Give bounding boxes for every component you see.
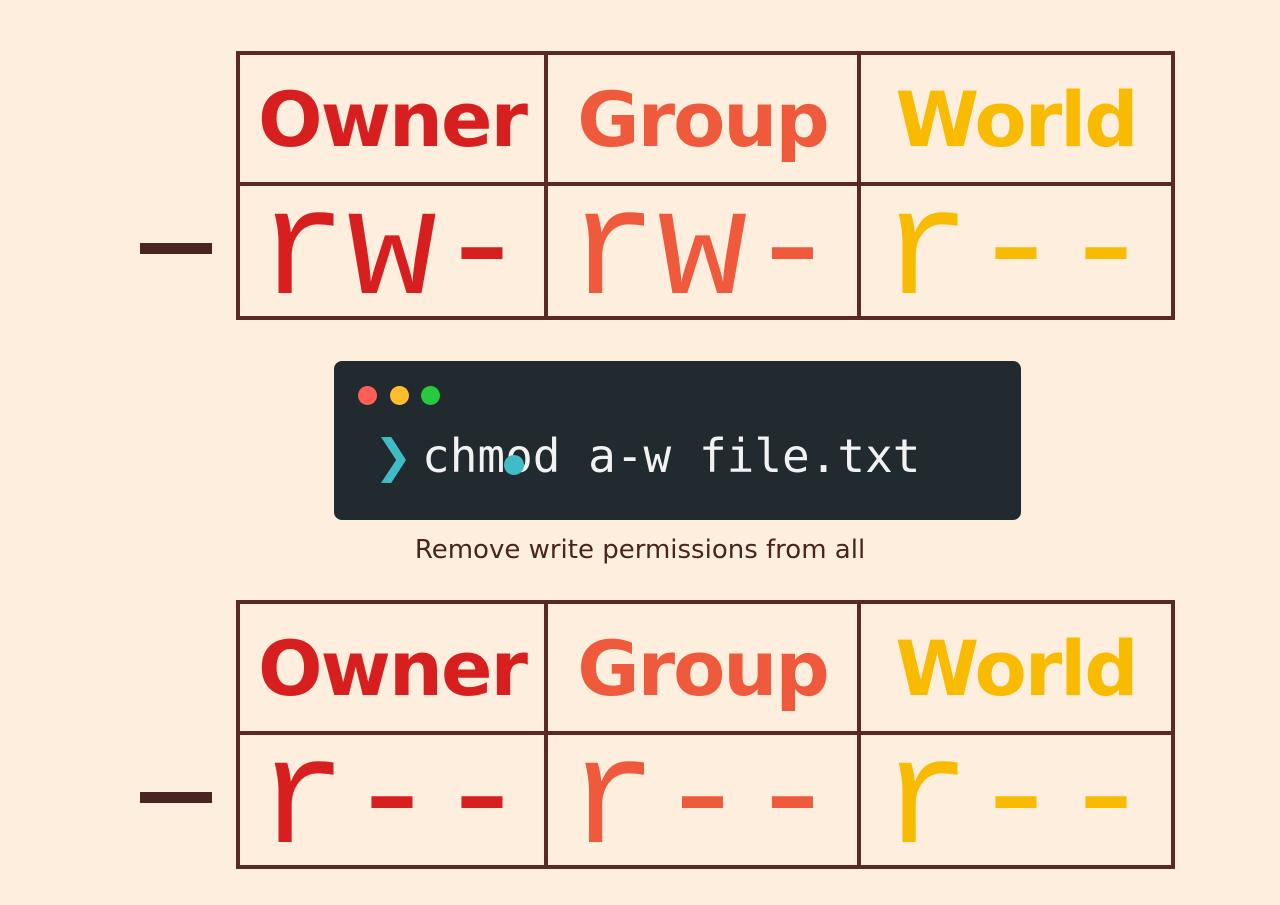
perm-owner-cell: r--: [240, 735, 548, 865]
header-group-cell: Group: [548, 604, 861, 735]
perm-world: r--: [880, 735, 1152, 865]
terminal-command: chmod a-w file.txt: [422, 429, 921, 483]
perm-owner: rw-: [256, 186, 528, 316]
header-group-cell: Group: [548, 55, 861, 186]
file-type-dash-before: [140, 243, 212, 254]
perm-group-cell: r--: [548, 735, 861, 865]
perm-world-cell: r--: [861, 186, 1171, 316]
file-type-dash-after: [140, 792, 212, 803]
header-group: Group: [577, 75, 830, 164]
command-caption: Remove write permissions from all: [414, 535, 866, 565]
perm-group: r--: [567, 735, 838, 865]
perm-group-cell: rw-: [548, 186, 861, 316]
perm-owner-cell: rw-: [240, 186, 548, 316]
header-owner: Owner: [258, 75, 528, 164]
header-world-cell: World: [861, 55, 1171, 186]
header-world-cell: World: [861, 604, 1171, 735]
perm-owner: r--: [256, 735, 528, 865]
header-owner: Owner: [258, 624, 528, 713]
chevron-right-icon: ❯: [374, 429, 413, 483]
header-world: World: [895, 624, 1138, 713]
mouse-cursor-icon: [504, 455, 524, 475]
header-world: World: [895, 75, 1138, 164]
permissions-table-before: Owner Group World rw- rw- r--: [236, 51, 1175, 320]
perm-world: r--: [880, 186, 1152, 316]
minimize-dot-icon: [390, 386, 409, 405]
close-dot-icon: [358, 386, 377, 405]
header-group: Group: [577, 624, 830, 713]
perm-world-cell: r--: [861, 735, 1171, 865]
maximize-dot-icon: [421, 386, 440, 405]
header-owner-cell: Owner: [240, 604, 548, 735]
header-owner-cell: Owner: [240, 55, 548, 186]
permissions-table-after: Owner Group World r-- r-- r--: [236, 600, 1175, 869]
terminal-window: ❯ chmod a-w file.txt: [334, 361, 1021, 520]
perm-group: rw-: [567, 186, 838, 316]
